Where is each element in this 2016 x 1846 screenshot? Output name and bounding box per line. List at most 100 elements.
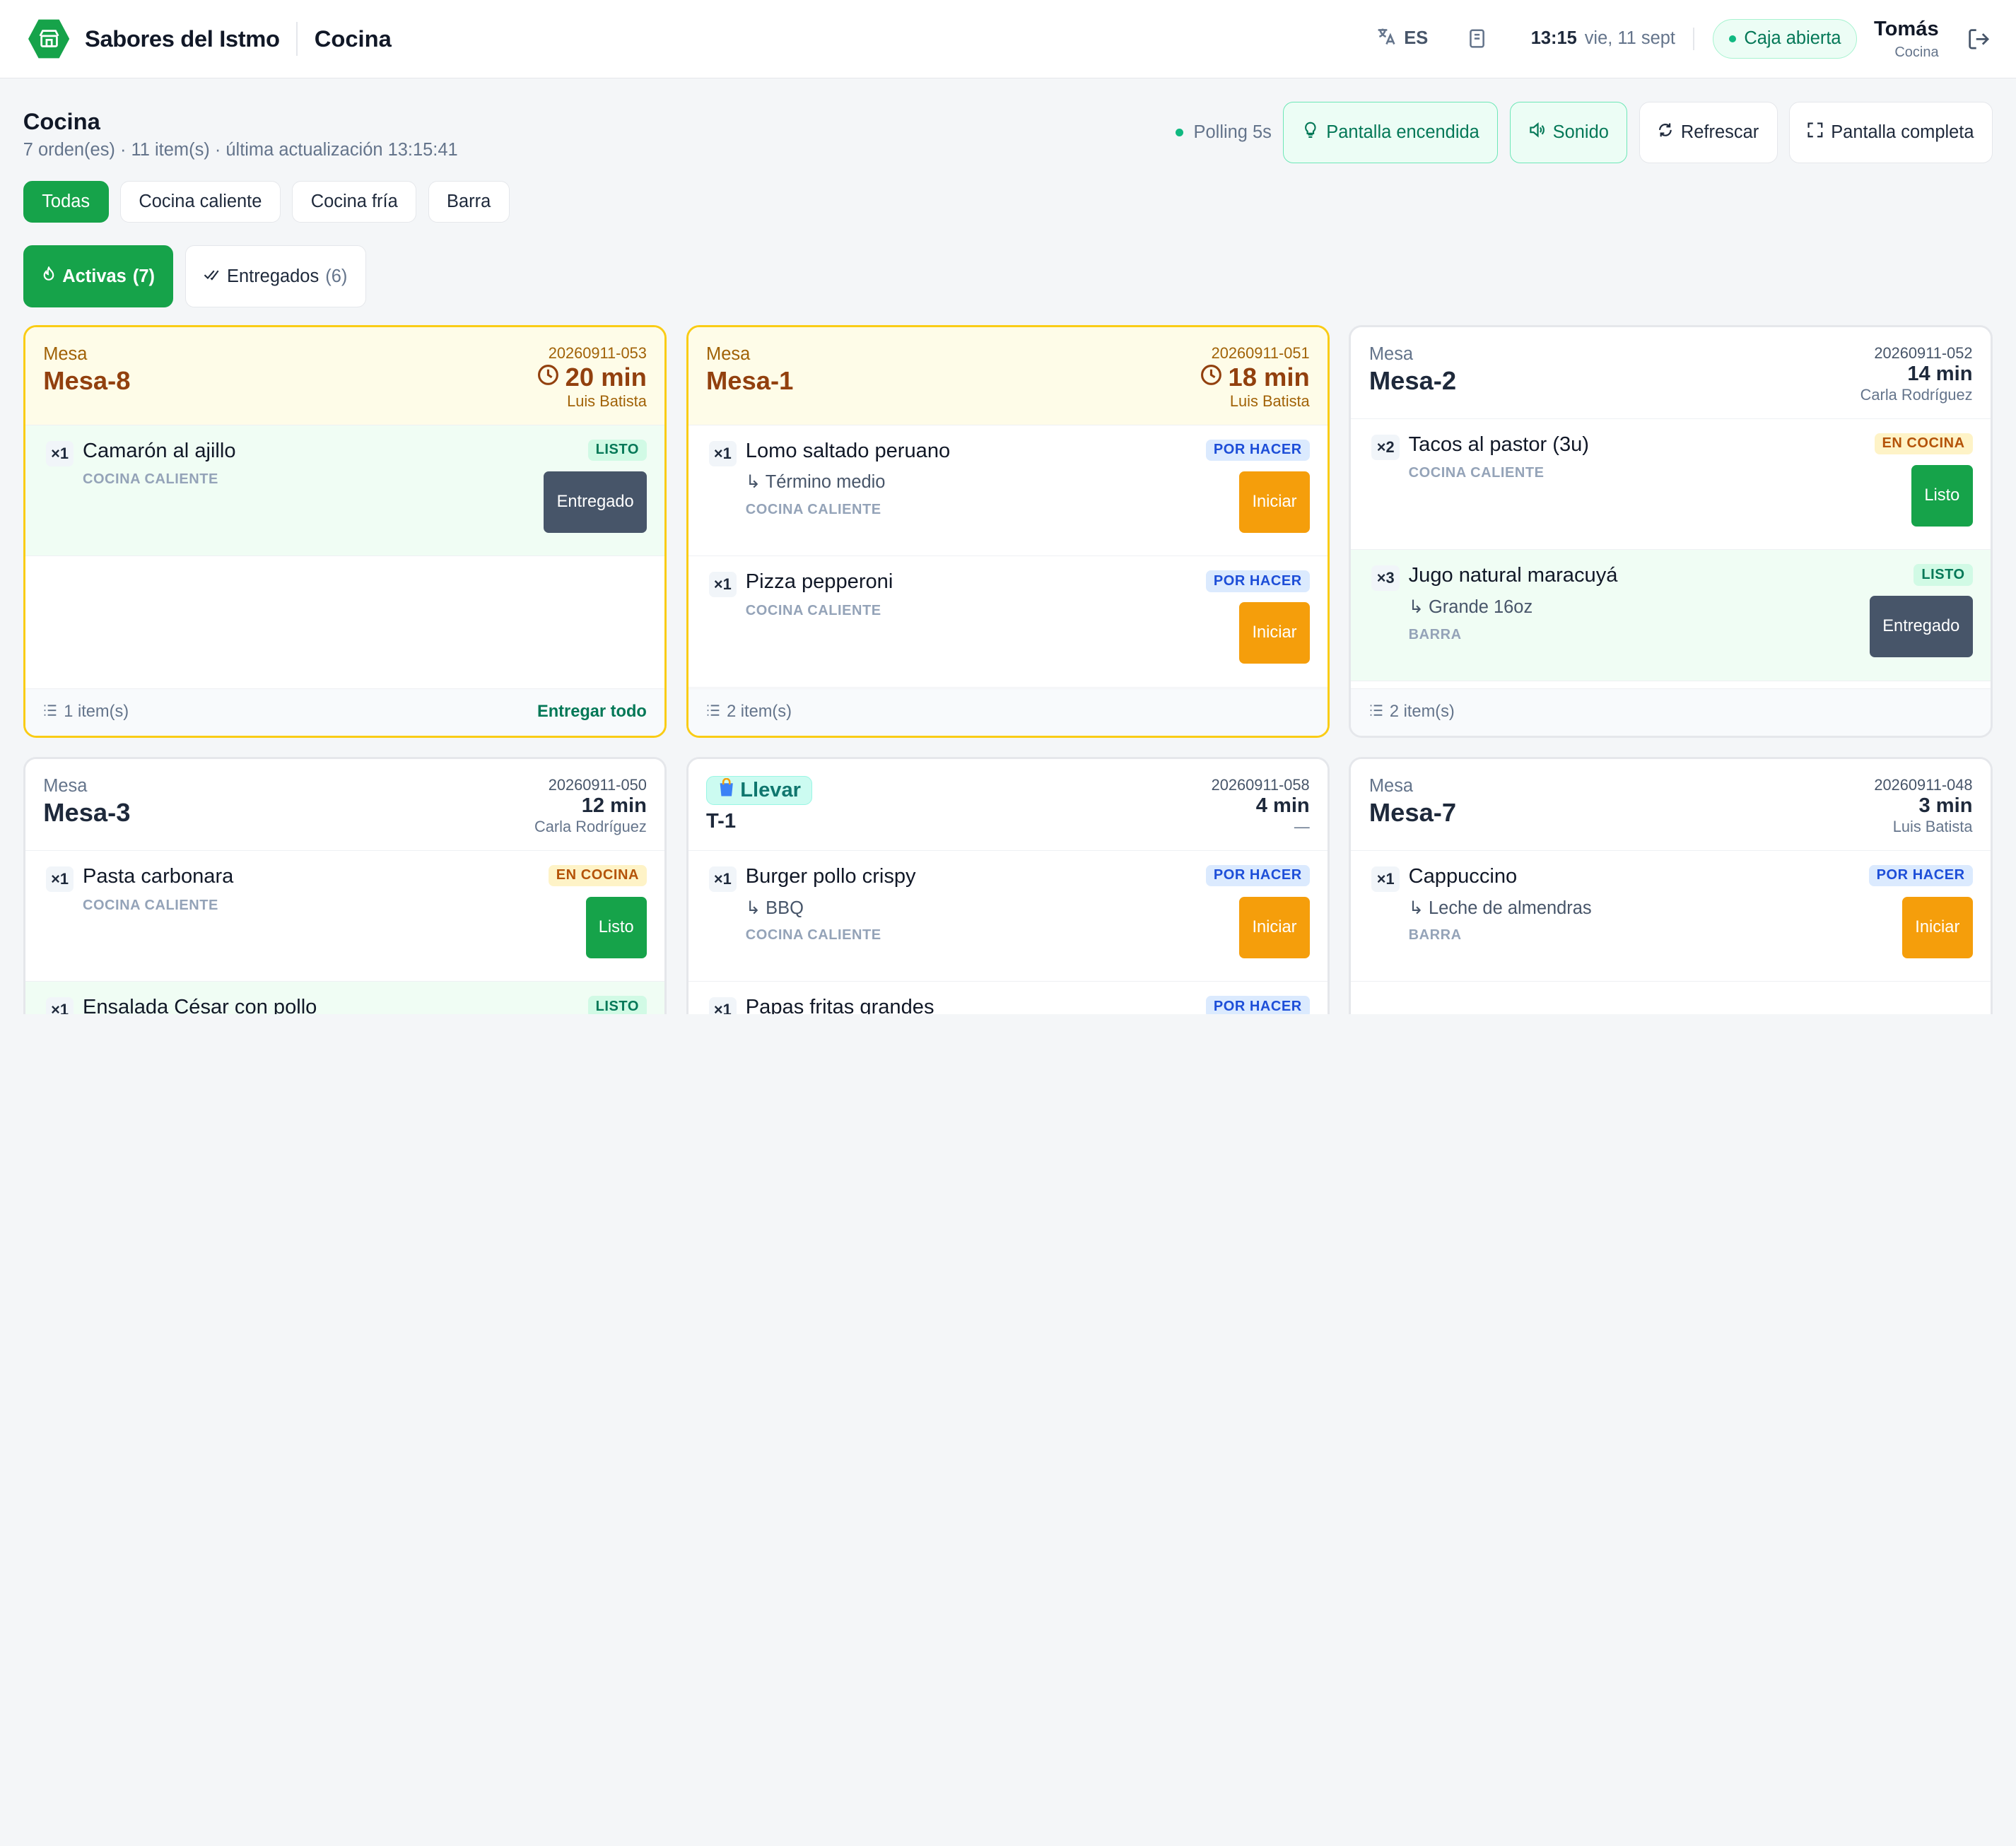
lightbulb-icon [1302, 122, 1319, 143]
takeaway-label: Llevar [740, 778, 801, 801]
table-name: Mesa-1 [706, 365, 794, 395]
fullscreen-icon [1807, 122, 1823, 143]
polling-dot-icon [1176, 128, 1183, 136]
item-quantity: ×1 [708, 866, 737, 892]
cash-status-badge[interactable]: Caja abierta [1712, 18, 1858, 59]
waiter-name: Luis Batista [1892, 817, 1973, 835]
item-modifier: ↳ Leche de almendras [1408, 898, 1592, 918]
table-name: Mesa-7 [1369, 797, 1457, 827]
filter-all[interactable]: Todas [23, 181, 109, 223]
status-badge: POR HACER [1205, 439, 1310, 462]
clock-time: 13:15 [1530, 28, 1577, 49]
item-count: 2 item(s) [1369, 702, 1455, 722]
divider [1693, 27, 1695, 51]
item-name: Burger pollo crispy [745, 864, 916, 888]
item-quantity: ×1 [708, 997, 737, 1014]
clock-icon [537, 363, 559, 392]
item-station: COCINA CALIENTE [82, 471, 218, 488]
start-button[interactable]: Iniciar [1239, 896, 1310, 958]
status-badge: LISTO [1914, 564, 1973, 586]
item-quantity: ×1 [45, 997, 74, 1014]
filter-bar[interactable]: Barra [428, 181, 510, 223]
order-number: 20260911-052 [1874, 343, 1973, 362]
item-name: Pizza pepperoni [745, 570, 893, 594]
display-actions: Polling 5s Pantalla encendida Sonido Ref… [1176, 101, 1993, 163]
item-modifier: ↳ Grande 16oz [1408, 596, 1533, 617]
ready-button[interactable]: Listo [1911, 464, 1973, 527]
divider [296, 22, 298, 56]
waiter-name: Carla Rodríguez [534, 817, 647, 835]
item-quantity: ×1 [45, 866, 74, 892]
order-number: 20260911-050 [548, 775, 647, 794]
item-quantity: ×3 [1371, 565, 1400, 592]
start-button[interactable]: Iniciar [1902, 896, 1973, 958]
user-info: Tomás Cocina [1874, 18, 1939, 60]
order-footer: 2 item(s) [1351, 688, 1991, 736]
logout-icon[interactable] [1967, 28, 1991, 51]
start-button[interactable]: Iniciar [1239, 471, 1310, 533]
takeaway-badge: Llevar [706, 775, 812, 805]
tab-active-count: (7) [132, 266, 156, 286]
order-items: ×1 Camarón al ajillo COCINA CALIENTE LIS… [25, 425, 665, 688]
status-badge: POR HACER [1205, 996, 1310, 1014]
top-bar: Sabores del Istmo Cocina ES 13:15 vie, 1… [0, 0, 2016, 78]
ready-button[interactable]: Listo [585, 896, 647, 958]
store-logo-icon [28, 19, 70, 59]
book-icon[interactable] [1467, 28, 1487, 49]
item-name: Cappuccino [1408, 864, 1518, 888]
translate-icon [1376, 26, 1396, 52]
status-dot-icon [1728, 35, 1737, 43]
fullscreen-button[interactable]: Pantalla completa [1789, 101, 1993, 163]
speaker-icon [1528, 122, 1545, 143]
order-type-label: Mesa [1369, 343, 1414, 364]
filter-cold-kitchen[interactable]: Cocina fría [292, 181, 417, 223]
order-number: 20260911-058 [1211, 775, 1310, 794]
table-name: Mesa-3 [43, 797, 131, 827]
order-header: Mesa Mesa-1 20260911-051 18 min Luis Bat… [688, 327, 1328, 425]
elapsed-time: 18 min [1200, 363, 1310, 392]
orders-grid: Mesa Mesa-8 20260911-053 20 min Luis Bat… [23, 325, 1993, 1014]
delivered-button[interactable]: Entregado [1870, 596, 1973, 658]
flame-icon [42, 265, 56, 287]
brand-name: Sabores del Istmo [85, 25, 280, 52]
status-badge: LISTO [587, 996, 647, 1014]
item-station: COCINA CALIENTE [745, 502, 881, 518]
order-type-label: Mesa [1369, 775, 1414, 796]
item-count-label: 1 item(s) [64, 702, 129, 722]
deliver-all-button[interactable]: Entregar todo [537, 702, 647, 722]
double-check-icon [204, 266, 221, 287]
language-switcher[interactable]: ES [1376, 26, 1428, 52]
order-item: ×1 Pasta carbonara COCINA CALIENTE EN CO… [25, 851, 665, 982]
tab-active[interactable]: Activas (7) [23, 245, 174, 307]
elapsed-value: 20 min [565, 362, 647, 392]
refresh-icon [1658, 122, 1673, 143]
tab-active-label: Activas [62, 266, 127, 286]
list-icon [1369, 702, 1383, 722]
item-name: Papas fritas grandes [745, 996, 934, 1014]
waiter-name: — [1294, 817, 1310, 835]
elapsed-time: 4 min [1255, 794, 1310, 817]
list-icon [706, 702, 720, 722]
list-icon [43, 702, 57, 722]
start-button[interactable]: Iniciar [1239, 602, 1310, 664]
screen-on-button[interactable]: Pantalla encendida [1283, 101, 1499, 163]
order-item: ×2 Tacos al pastor (3u) COCINA CALIENTE … [1351, 419, 1991, 551]
order-items: ×1 Lomo saltado peruano ↳ Término medio … [688, 425, 1328, 688]
item-count-label: 2 item(s) [1389, 702, 1455, 722]
tab-delivered[interactable]: Entregados (6) [184, 245, 366, 307]
tab-delivered-count: (6) [325, 266, 348, 286]
order-item: ×1 Papas fritas grandes POR HACER [688, 982, 1328, 1014]
order-header: Mesa Mesa-8 20260911-053 20 min Luis Bat… [25, 327, 665, 425]
order-header: Llevar T-1 20260911-058 4 min — [688, 759, 1328, 851]
cash-status-label: Caja abierta [1744, 28, 1841, 49]
fullscreen-label: Pantalla completa [1831, 122, 1974, 142]
order-item: ×3 Jugo natural maracuyá ↳ Grande 16oz B… [1351, 550, 1991, 681]
delivered-button[interactable]: Entregado [544, 471, 647, 533]
filter-hot-kitchen[interactable]: Cocina caliente [119, 181, 281, 223]
item-name: Pasta carbonara [82, 864, 234, 888]
item-modifier: ↳ BBQ [745, 898, 804, 918]
polling-label: Polling 5s [1193, 122, 1272, 142]
order-card: Mesa Mesa-7 20260911-048 3 min Luis Bati… [1349, 757, 1993, 1014]
sound-button[interactable]: Sonido [1509, 101, 1628, 163]
refresh-button[interactable]: Refrescar [1639, 101, 1778, 163]
